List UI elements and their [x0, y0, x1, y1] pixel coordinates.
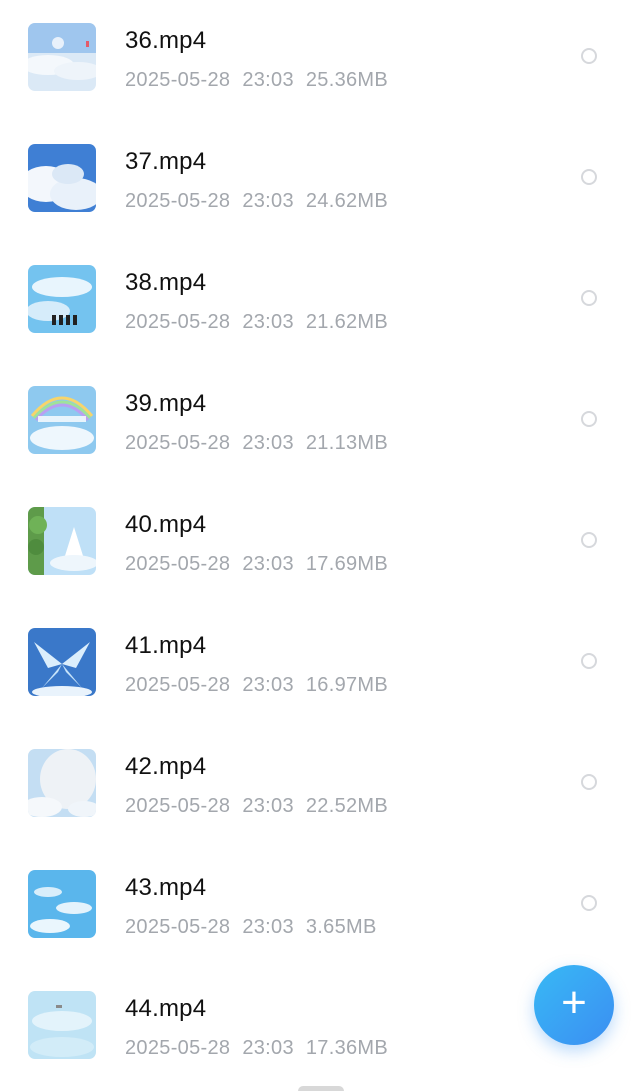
video-thumbnail	[28, 386, 96, 454]
select-radio[interactable]	[581, 290, 597, 306]
plus-icon: +	[561, 978, 587, 1027]
file-row[interactable]: 37.mp4 2025-05-28 23:03 24.62MB	[0, 121, 640, 242]
file-meta: 2025-05-28 23:03 17.69MB	[125, 553, 388, 576]
file-row[interactable]: 42.mp4 2025-05-28 23:03 22.52MB	[0, 726, 640, 847]
file-meta: 2025-05-28 23:03 16.97MB	[125, 674, 388, 697]
file-date: 2025-05-28	[125, 916, 231, 938]
file-meta: 2025-05-28 23:03 17.36MB	[125, 1037, 388, 1060]
file-date: 2025-05-28	[125, 553, 231, 575]
file-size: 17.69MB	[305, 553, 389, 575]
file-size: 16.97MB	[305, 674, 389, 696]
file-name: 42.mp4	[125, 753, 207, 780]
file-name: 40.mp4	[125, 511, 207, 538]
file-row[interactable]: 36.mp4 2025-05-28 23:03 25.36MB	[0, 0, 640, 121]
file-meta: 2025-05-28 23:03 21.62MB	[125, 311, 388, 334]
file-name: 38.mp4	[125, 269, 207, 296]
home-indicator	[298, 1086, 344, 1091]
file-name: 36.mp4	[125, 27, 207, 54]
file-time: 23:03	[242, 69, 294, 91]
file-time: 23:03	[242, 311, 294, 333]
file-size: 3.65MB	[305, 916, 377, 938]
video-thumbnail	[28, 265, 96, 333]
select-radio[interactable]	[581, 653, 597, 669]
video-thumbnail	[28, 749, 96, 817]
file-date: 2025-05-28	[125, 795, 231, 817]
file-list-screen: 36.mp4 2025-05-28 23:03 25.36MB 37.mp4 202…	[0, 0, 640, 1091]
file-name: 39.mp4	[125, 390, 207, 417]
file-size: 21.62MB	[305, 311, 389, 333]
select-radio[interactable]	[581, 532, 597, 548]
file-time: 23:03	[242, 1037, 294, 1059]
file-row[interactable]: 38.mp4 2025-05-28 23:03 21.62MB	[0, 242, 640, 363]
file-date: 2025-05-28	[125, 190, 231, 212]
file-date: 2025-05-28	[125, 432, 231, 454]
file-row[interactable]: 39.mp4 2025-05-28 23:03 21.13MB	[0, 363, 640, 484]
select-radio[interactable]	[581, 774, 597, 790]
video-thumbnail	[28, 991, 96, 1059]
file-time: 23:03	[242, 432, 294, 454]
file-name: 37.mp4	[125, 148, 207, 175]
add-file-button[interactable]: +	[534, 965, 614, 1045]
file-time: 23:03	[242, 553, 294, 575]
file-meta: 2025-05-28 23:03 25.36MB	[125, 69, 388, 92]
file-date: 2025-05-28	[125, 674, 231, 696]
select-radio[interactable]	[581, 169, 597, 185]
file-row[interactable]: 40.mp4 2025-05-28 23:03 17.69MB	[0, 484, 640, 605]
video-thumbnail	[28, 144, 96, 212]
select-radio[interactable]	[581, 411, 597, 427]
file-time: 23:03	[242, 674, 294, 696]
select-radio[interactable]	[581, 48, 597, 64]
file-row[interactable]: 41.mp4 2025-05-28 23:03 16.97MB	[0, 605, 640, 726]
video-thumbnail	[28, 870, 96, 938]
file-size: 21.13MB	[305, 432, 389, 454]
file-meta: 2025-05-28 23:03 22.52MB	[125, 795, 388, 818]
video-thumbnail	[28, 23, 96, 91]
file-time: 23:03	[242, 190, 294, 212]
file-date: 2025-05-28	[125, 69, 231, 91]
video-thumbnail	[28, 628, 96, 696]
file-time: 23:03	[242, 795, 294, 817]
video-thumbnail	[28, 507, 96, 575]
file-name: 41.mp4	[125, 632, 207, 659]
file-date: 2025-05-28	[125, 1037, 231, 1059]
file-name: 43.mp4	[125, 874, 207, 901]
file-meta: 2025-05-28 23:03 3.65MB	[125, 916, 377, 939]
file-name: 44.mp4	[125, 995, 207, 1022]
file-time: 23:03	[242, 916, 294, 938]
file-row[interactable]: 43.mp4 2025-05-28 23:03 3.65MB	[0, 847, 640, 968]
file-size: 25.36MB	[305, 69, 389, 91]
file-size: 24.62MB	[305, 190, 389, 212]
file-meta: 2025-05-28 23:03 21.13MB	[125, 432, 388, 455]
file-size: 17.36MB	[305, 1037, 389, 1059]
file-size: 22.52MB	[305, 795, 389, 817]
file-meta: 2025-05-28 23:03 24.62MB	[125, 190, 388, 213]
select-radio[interactable]	[581, 895, 597, 911]
file-date: 2025-05-28	[125, 311, 231, 333]
